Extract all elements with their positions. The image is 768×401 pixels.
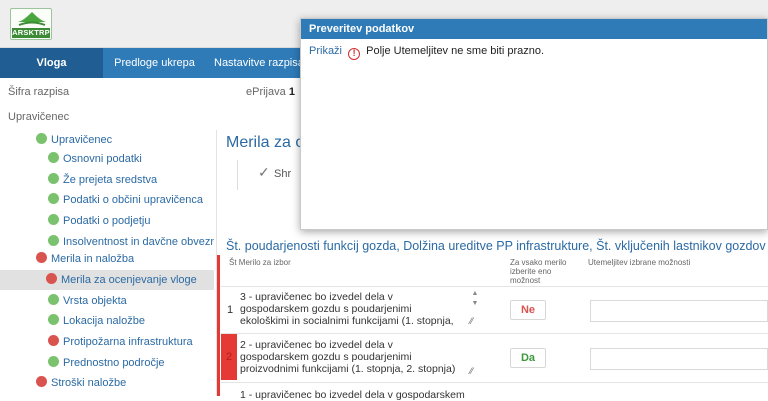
column-header-utemeljitev: Utemeljitev izbrane možnosti: [588, 258, 691, 267]
eprijava-label: ePrijava 1: [246, 86, 295, 98]
sidebar-item-label: Protipožarna infrastruktura: [63, 336, 193, 348]
choice-button[interactable]: Da: [510, 348, 546, 368]
justification-input[interactable]: [590, 348, 768, 370]
sidebar-item-podatki-o-podjetju[interactable]: Podatki o podjetju: [48, 211, 150, 231]
sidebar-item-prednostno-podrocje[interactable]: Prednostno področje: [48, 353, 165, 373]
row-divider: [221, 333, 768, 334]
error-message: Polje Utemeljitev ne sme biti prazno.: [366, 45, 545, 57]
nav-tab-vloga[interactable]: Vloga: [0, 48, 103, 78]
eprijava-value: 1: [288, 86, 295, 98]
sidebar-item-label: Lokacija naložbe: [63, 315, 145, 327]
sidebar-item-merila-in-nalozba[interactable]: Merila in naložba: [36, 249, 134, 269]
choice-button[interactable]: Ne: [510, 300, 546, 320]
status-green-icon: [48, 193, 59, 204]
error-indicator-bar: [217, 255, 220, 396]
dialog-message: Prikaži ! Polje Utemeljitev ne sme biti …: [309, 45, 544, 60]
scroll-up-icon[interactable]: ▲: [470, 290, 480, 297]
page-title: Merila za o: [226, 134, 305, 151]
status-green-icon: [48, 235, 59, 246]
sidebar-item-protipozarna[interactable]: Protipožarna infrastruktura: [48, 332, 193, 352]
justification-input[interactable]: [590, 300, 768, 322]
section-title: Št. poudarjenosti funkcij gozda, Dolžina…: [226, 239, 766, 253]
eprijava-label-text: ePrijava: [246, 86, 286, 98]
sidebar-item-label: Osnovni podatki: [63, 153, 142, 165]
status-green-icon: [36, 133, 47, 144]
row-divider: [221, 382, 768, 383]
status-red-icon: [36, 376, 47, 387]
status-green-icon: [48, 314, 59, 325]
status-green-icon: [48, 214, 59, 225]
status-red-icon: [46, 273, 57, 284]
criterion-text[interactable]: 2 - upravičenec bo izvedel dela v gospod…: [240, 339, 462, 377]
status-red-icon: [48, 335, 59, 346]
sidebar-item-stroski-nalozbe[interactable]: Stroški naložbe: [36, 373, 126, 393]
sidebar-item-ze-prejeta-sredstva[interactable]: Že prejeta sredstva: [48, 170, 157, 190]
logo-text: ARSKTRP: [12, 28, 50, 38]
resize-handle-icon[interactable]: ⁄⁄: [470, 316, 473, 326]
sidebar-item-label: Insolventnost in davčne obvezn: [63, 236, 214, 248]
sidebar-item-osnovni-podatki[interactable]: Osnovni podatki: [48, 149, 142, 169]
nav-tab-predloge-ukrepa[interactable]: Predloge ukrepa: [103, 48, 206, 78]
sidebar-item-label: Že prejeta sredstva: [63, 174, 158, 186]
status-green-icon: [48, 294, 59, 305]
sidebar-item-vrsta-objekta[interactable]: Vrsta objekta: [48, 291, 127, 311]
sidebar-item-label: Prednostno področje: [63, 357, 165, 369]
criterion-text[interactable]: 3 - upravičenec bo izvedel dela v gospod…: [240, 291, 458, 329]
sidebar-item-label: Vrsta objekta: [63, 295, 127, 307]
upravicenec-label: Upravičenec: [8, 111, 70, 123]
sidebar-item-podatki-o-obcini[interactable]: Podatki o občini upravičenca: [48, 190, 203, 210]
arsktrp-logo[interactable]: ARSKTRP: [10, 8, 52, 40]
show-link[interactable]: Prikaži: [309, 45, 342, 57]
save-button[interactable]: Shr: [274, 168, 291, 180]
column-header-merilo: Št Merilo za izbor: [229, 258, 291, 267]
status-green-icon: [48, 173, 59, 184]
status-red-icon: [36, 252, 47, 263]
sidebar-tree: Upravičenec Osnovni podatki Že prejeta s…: [0, 130, 214, 396]
sidebar-item-label: Podatki o občini upravičenca: [63, 194, 204, 206]
dialog-title: Preveritev podatkov: [301, 19, 767, 39]
row-divider: [221, 286, 768, 287]
sidebar-item-upravicenec[interactable]: Upravičenec: [36, 130, 112, 150]
column-header-za-vsako: Za vsako merilo izberite eno možnost: [510, 258, 567, 285]
sidebar-item-lokacija-nalozbe[interactable]: Lokacija naložbe: [48, 311, 145, 331]
sidebar-item-label: Merila za ocenjevanje vloge: [61, 274, 197, 286]
sidebar-item-label: Podatki o podjetju: [63, 215, 151, 227]
row-number: 1: [226, 304, 234, 316]
sidebar-item-label: Upravičenec: [51, 134, 113, 146]
scroll-down-icon[interactable]: ▼: [470, 300, 480, 307]
sidebar-item-merila-za-ocenjevanje[interactable]: Merila za ocenjevanje vloge: [0, 270, 214, 290]
warning-icon: !: [348, 48, 361, 60]
criterion-text[interactable]: 1 - upravičenec bo izvedel dela v gospod…: [240, 389, 480, 401]
resize-handle-icon[interactable]: ⁄⁄: [470, 366, 473, 376]
status-green-icon: [48, 356, 59, 367]
sidebar-item-label: Merila in naložba: [51, 253, 135, 265]
row-number: 2: [221, 334, 237, 380]
status-green-icon: [48, 152, 59, 163]
validation-dialog: Preveritev podatkov Prikaži ! Polje Utem…: [300, 18, 768, 230]
sifra-razpisa-label: Šifra razpisa: [8, 86, 70, 98]
check-icon: ✓: [258, 164, 270, 180]
sidebar-item-label: Stroški naložbe: [51, 377, 127, 389]
